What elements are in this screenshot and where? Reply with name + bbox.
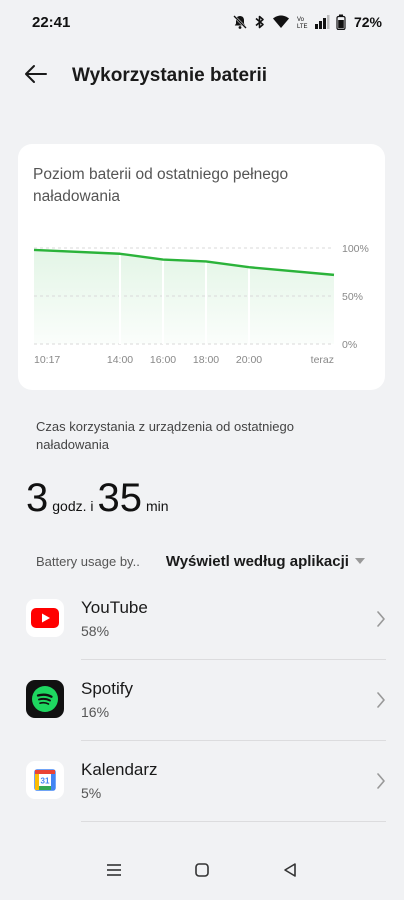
usage-hours: 3	[26, 476, 49, 520]
battery-percent: 72%	[353, 14, 382, 30]
y-tick-label: 50%	[342, 291, 363, 303]
app-row-spotify[interactable]: Spotify 16%	[0, 661, 404, 741]
chart-area	[34, 249, 334, 344]
app-name: Spotify	[81, 679, 133, 698]
battery-icon	[336, 14, 346, 30]
svg-text:LTE: LTE	[297, 24, 308, 30]
bell-muted-icon	[232, 14, 248, 30]
calendar-icon-text: 31	[41, 777, 50, 786]
x-tick-label: 14:00	[107, 354, 133, 366]
bluetooth-icon	[254, 14, 266, 30]
page-title: Wykorzystanie baterii	[72, 65, 268, 86]
usage-hours-unit: godz. i	[52, 498, 94, 514]
x-tick-label: 20:00	[236, 354, 262, 366]
volte-icon: Vo LTE	[296, 14, 308, 30]
chevron-right-icon	[376, 772, 386, 795]
usage-caption: Czas korzystania z urządzenia od ostatni…	[36, 419, 294, 452]
chevron-right-icon	[376, 691, 386, 714]
app-percent: 16%	[81, 704, 110, 720]
app-percent: 58%	[81, 623, 110, 639]
calendar-icon: 31	[26, 761, 64, 799]
back-arrow-icon	[24, 64, 48, 89]
divider	[81, 740, 386, 741]
battery-level-chart-card[interactable]: Poziom baterii od ostatniego pełnego nał…	[18, 144, 385, 390]
divider	[81, 821, 386, 822]
app-row-kalendarz[interactable]: 31 Kalendarz 5%	[0, 742, 404, 822]
wifi-icon	[272, 14, 290, 30]
app-name: YouTube	[81, 598, 148, 617]
x-tick-label: teraz	[311, 354, 334, 366]
recents-button[interactable]	[94, 852, 134, 892]
back-nav-button[interactable]	[270, 852, 310, 892]
svg-text:Vo: Vo	[297, 17, 305, 23]
usage-minutes-unit: min	[146, 498, 169, 514]
y-tick-label: 0%	[342, 339, 357, 351]
battery-level-chart: 100% 50% 0% 10:17 14:00 16:00 18:00 20:00 teraz	[33, 243, 369, 366]
x-tick-label: 16:00	[150, 354, 176, 366]
status-time: 22:41	[32, 13, 71, 31]
menu-lines-icon	[106, 863, 122, 882]
app-name: Kalendarz	[81, 760, 158, 779]
status-bar: 22:41 Vo LTE 72%	[0, 0, 404, 44]
x-tick-label: 18:00	[193, 354, 219, 366]
signal-icon	[314, 14, 330, 30]
y-tick-label: 100%	[342, 243, 369, 255]
usage-filter-row: Battery usage by.. Wyświetl według aplik…	[36, 548, 376, 574]
dropdown-caret-icon	[354, 558, 365, 564]
home-button[interactable]	[182, 852, 222, 892]
app-bar: Wykorzystanie baterii	[0, 52, 404, 100]
usage-minutes: 35	[97, 476, 143, 520]
status-icons: Vo LTE 72%	[232, 14, 382, 30]
app-row-youtube[interactable]: YouTube 58%	[0, 580, 404, 660]
x-tick-label: 10:17	[34, 354, 60, 366]
triangle-back-icon	[282, 862, 298, 883]
chevron-right-icon	[376, 610, 386, 633]
divider	[81, 659, 386, 660]
usage-time: 3 godz. i 35 min	[26, 476, 173, 521]
filter-value: Wyświetl według aplikacji	[165, 552, 349, 570]
spotify-icon	[26, 680, 64, 718]
youtube-icon	[26, 599, 64, 637]
filter-label: Battery usage by..	[36, 553, 140, 569]
back-button[interactable]	[14, 54, 58, 98]
view-by-dropdown[interactable]: Wyświetl według aplikacji	[166, 553, 365, 570]
square-icon	[194, 862, 210, 883]
system-nav-bar	[0, 844, 404, 900]
app-percent: 5%	[81, 785, 102, 801]
